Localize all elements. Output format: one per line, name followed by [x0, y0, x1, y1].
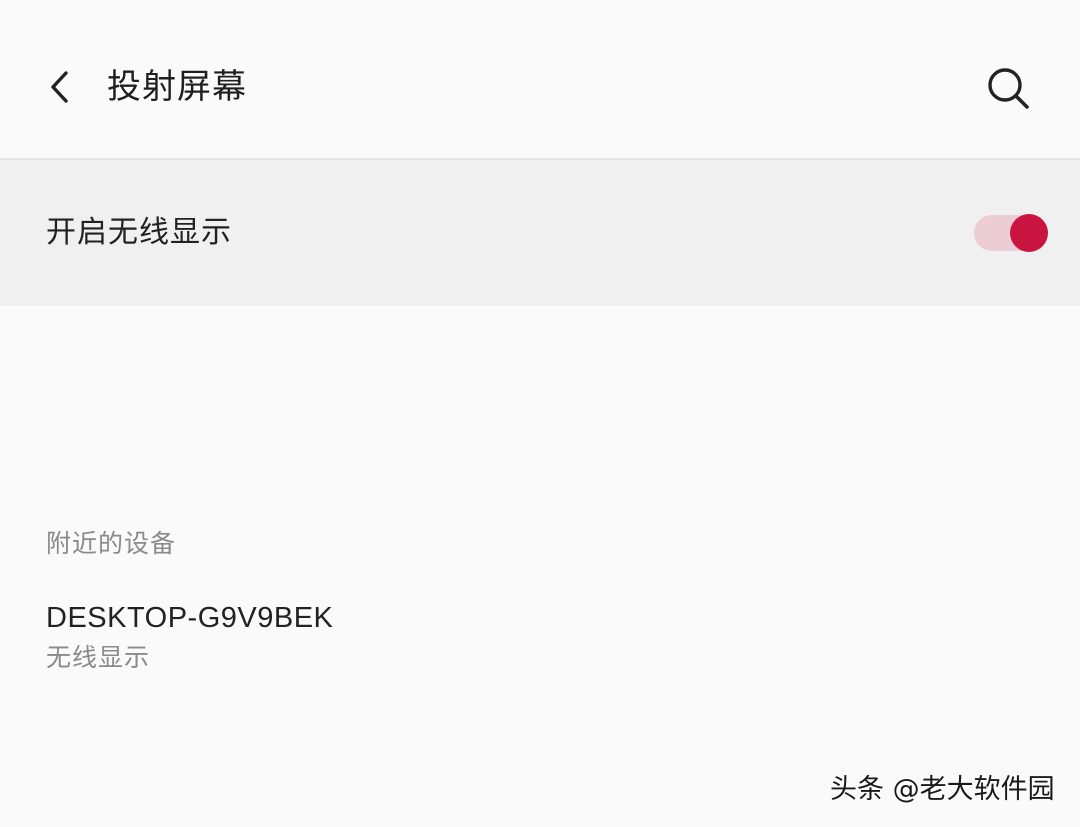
back-button[interactable]	[34, 62, 84, 112]
cast-screen-page: 投射屏幕 开启无线显示 附近的设备 DESKTOP-G9V9BEK 无线显示 头…	[0, 0, 1080, 827]
device-type: 无线显示	[46, 643, 151, 672]
watermark: 头条 @老大软件园	[830, 774, 1055, 805]
search-icon	[988, 68, 1029, 109]
app-bar: 投射屏幕	[0, 0, 1080, 160]
nearby-devices-header: 附近的设备	[46, 529, 177, 558]
search-button[interactable]	[980, 60, 1036, 116]
chevron-left-icon	[51, 71, 68, 103]
page-title: 投射屏幕	[107, 67, 247, 107]
wireless-display-toggle-row[interactable]: 开启无线显示	[0, 160, 1080, 306]
switch-thumb	[1010, 214, 1048, 252]
wireless-display-label: 开启无线显示	[46, 215, 232, 250]
wireless-display-switch[interactable]	[972, 214, 1050, 252]
device-name: DESKTOP-G9V9BEK	[46, 602, 334, 634]
device-list-item[interactable]: DESKTOP-G9V9BEK 无线显示	[0, 590, 1080, 690]
